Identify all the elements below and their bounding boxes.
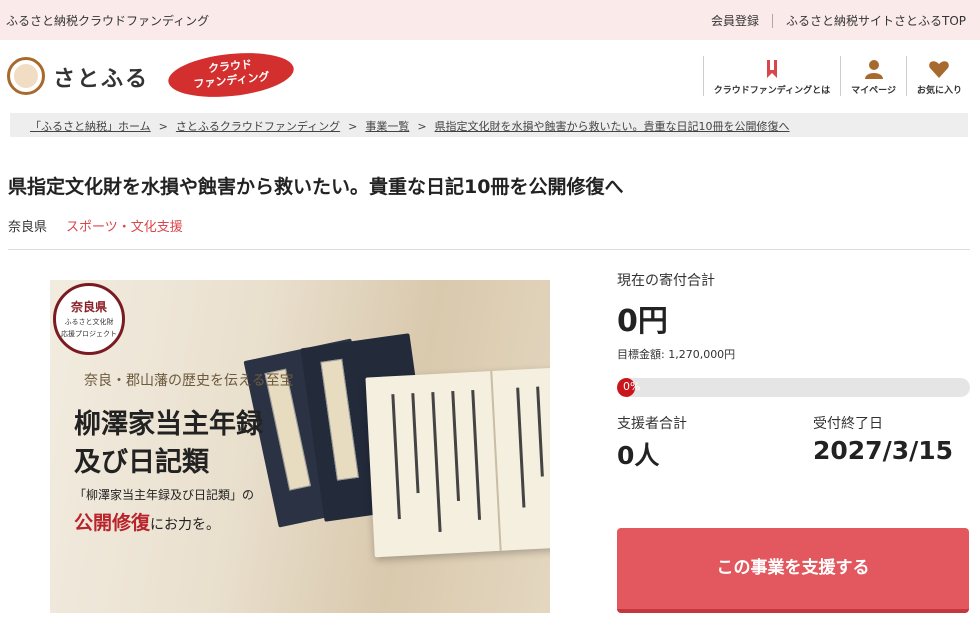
nav-about-crowdfunding[interactable]: クラウドファンディングとは <box>702 56 840 96</box>
open-book-illustration <box>365 366 550 558</box>
seal-title: 奈良県 <box>70 300 107 314</box>
hero-quote: 「柳澤家当主年録及び日記類」の <box>74 488 255 502</box>
breadcrumb-separator: > <box>417 120 427 133</box>
deadline-label: 受付終了日 <box>813 416 883 432</box>
supporters-value: 0人 <box>617 441 660 470</box>
breadcrumb-separator: > <box>158 120 168 133</box>
hero-tagline: 奈良・郡山藩の歴史を伝える至宝 <box>84 373 294 389</box>
satofull-logo-icon[interactable] <box>7 57 45 95</box>
hero-call: 公開修復にお力を。 <box>74 508 220 535</box>
total-value: 0円 <box>617 304 668 339</box>
nav-mypage[interactable]: マイページ <box>840 56 906 96</box>
hero-call-red: 公開修復 <box>74 512 151 534</box>
seal-sub1: ふるさと文化財 <box>64 318 114 326</box>
nav-label: お気に入り <box>916 86 962 96</box>
crowdfunding-badge[interactable]: クラウド ファンディング <box>166 47 296 103</box>
breadcrumb-current[interactable]: 県指定文化財を水損や蝕害から救いたい。貴重な日記10冊を公開修復へ <box>435 120 790 133</box>
nav-label: クラウドファンディングとは <box>713 86 831 96</box>
donation-stats-panel: 現在の寄付合計 0円 目標金額: 1,270,000円 0% 支援者合計 受付終… <box>617 270 970 470</box>
hero-heading1: 柳澤家当主年録 <box>74 409 263 440</box>
bookmark-icon <box>766 60 777 78</box>
total-label: 現在の寄付合計 <box>617 273 715 289</box>
top-links: 会員登録 ふるさと納税サイトさとふるTOP <box>711 12 966 29</box>
supporters-label: 支援者合計 <box>617 416 687 432</box>
hero-heading2: 及び日記類 <box>74 447 209 478</box>
nav-label: マイページ <box>851 86 896 96</box>
deadline-value: 2027/3/15 <box>813 436 954 465</box>
nav-favorites[interactable]: お気に入り <box>905 56 972 96</box>
breadcrumb-separator: > <box>348 120 358 133</box>
logo-text[interactable]: さとふる <box>53 61 149 93</box>
page-title: 県指定文化財を水損や蝕害から救いたい。貴重な日記10冊を公開修復へ <box>8 176 624 198</box>
heart-icon <box>929 61 950 78</box>
target-amount: 目標金額: 1,270,000円 <box>617 348 736 361</box>
project-hero-image: 奈良県 ふるさと文化財 応援プロジェクト 奈良・郡山藩の歴史を伝える至宝 柳澤家… <box>50 280 550 613</box>
divider <box>8 249 970 250</box>
project-seal: 奈良県 ふるさと文化財 応援プロジェクト <box>53 283 125 355</box>
support-project-button[interactable]: この事業を支援する <box>617 528 969 613</box>
breadcrumb-crowdfunding[interactable]: さとふるクラウドファンディング <box>176 120 340 133</box>
divider <box>771 13 773 28</box>
region-label: 奈良県 <box>8 220 48 235</box>
site-name: ふるさと納税クラウドファンディング <box>6 14 210 28</box>
breadcrumb: 「ふるさと納税」ホーム > さとふるクラウドファンディング > 事業一覧 > 県指定文化財を… <box>10 113 968 137</box>
register-link[interactable]: 会員登録 <box>711 12 759 29</box>
hero-call-rest: にお力を。 <box>150 517 221 533</box>
progress-bar: 0% <box>617 378 970 397</box>
breadcrumb-home[interactable]: 「ふるさと納税」ホーム <box>30 120 151 133</box>
breadcrumb-projects[interactable]: 事業一覧 <box>365 120 409 133</box>
top-bar: ふるさと納税クラウドファンディング 会員登録 ふるさと納税サイトさとふるTOP <box>0 0 980 40</box>
user-icon <box>864 60 883 79</box>
category-link[interactable]: スポーツ・文化支援 <box>66 216 183 235</box>
seal-sub2: 応援プロジェクト <box>61 330 117 338</box>
header-nav: クラウドファンディングとは マイページ お気に入り <box>702 56 972 96</box>
satofull-top-link[interactable]: ふるさと納税サイトさとふるTOP <box>786 12 966 29</box>
site-header: さとふる クラウド ファンディング クラウドファンディングとは マイページ お気… <box>0 40 980 110</box>
progress-text: 0% <box>623 380 641 393</box>
